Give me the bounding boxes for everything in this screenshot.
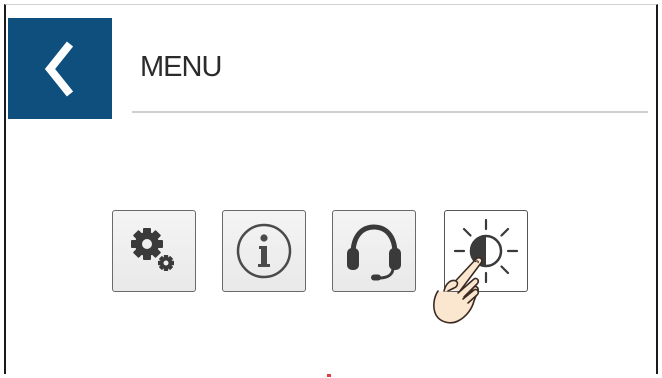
support-button[interactable]: [332, 210, 416, 292]
brightness-icon: [453, 218, 519, 284]
title-divider: [132, 111, 648, 113]
gear-icon: [131, 228, 174, 271]
back-button[interactable]: [8, 18, 112, 119]
chevron-left-icon: [44, 41, 74, 96]
brightness-button[interactable]: [444, 210, 528, 292]
headset-icon: [347, 224, 401, 281]
menu-screen: MENU: [4, 4, 658, 374]
bottom-indicator: [327, 374, 331, 377]
info-button[interactable]: [222, 210, 306, 292]
page-title: MENU: [140, 51, 222, 83]
settings-button[interactable]: [112, 210, 196, 292]
info-icon: [236, 223, 292, 279]
